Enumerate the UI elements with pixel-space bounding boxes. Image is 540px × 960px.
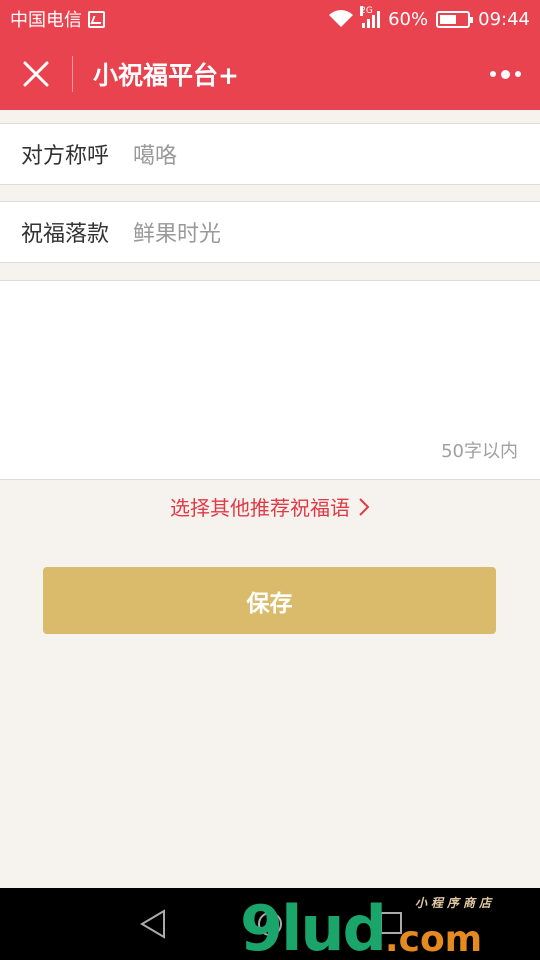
title-divider [72, 56, 73, 92]
carrier-name: 中国电信 [10, 10, 82, 31]
recipient-row[interactable]: 对方称呼 噶咯 [0, 123, 540, 185]
back-icon[interactable] [138, 908, 168, 940]
more-button[interactable] [470, 38, 540, 110]
close-button[interactable] [0, 38, 72, 110]
recipient-input[interactable]: 噶咯 [133, 138, 177, 170]
chevron-right-icon [359, 497, 370, 516]
more-dots-icon [489, 69, 521, 79]
battery-icon [436, 10, 474, 28]
battery-percent: 60% [388, 8, 429, 30]
recent-apps-icon[interactable] [380, 912, 402, 934]
signature-row[interactable]: 祝福落款 鲜果时光 [0, 201, 540, 263]
clock: 09:44 [478, 8, 530, 30]
recommend-link-label: 选择其他推荐祝福语 [170, 496, 350, 520]
signature-label: 祝福落款 [21, 222, 110, 247]
home-icon[interactable] [258, 912, 282, 936]
title-bar: 小祝福平台+ [0, 38, 540, 110]
save-button[interactable]: 保存 [43, 567, 496, 634]
recipient-label: 对方称呼 [21, 144, 110, 169]
wifi-icon [329, 10, 354, 27]
system-nav-bar [0, 888, 540, 960]
screen: 中国电信 2G 60% 09:44 小祝福平台+ 对方称呼 噶咯 祝福落款 鲜果… [0, 0, 540, 960]
message-textarea[interactable]: 50字以内 [0, 280, 540, 480]
network-type-label: 2G [360, 6, 373, 16]
status-bar: 中国电信 2G 60% 09:44 [0, 0, 540, 38]
image-notification-icon [88, 10, 105, 28]
char-limit-hint: 50字以内 [441, 441, 518, 462]
recommend-blessings-link[interactable]: 选择其他推荐祝福语 [0, 492, 540, 521]
page-title: 小祝福平台+ [93, 61, 239, 90]
signature-input[interactable]: 鲜果时光 [133, 216, 221, 248]
cell-signal-icon: 2G [360, 6, 381, 28]
close-icon [23, 61, 49, 87]
